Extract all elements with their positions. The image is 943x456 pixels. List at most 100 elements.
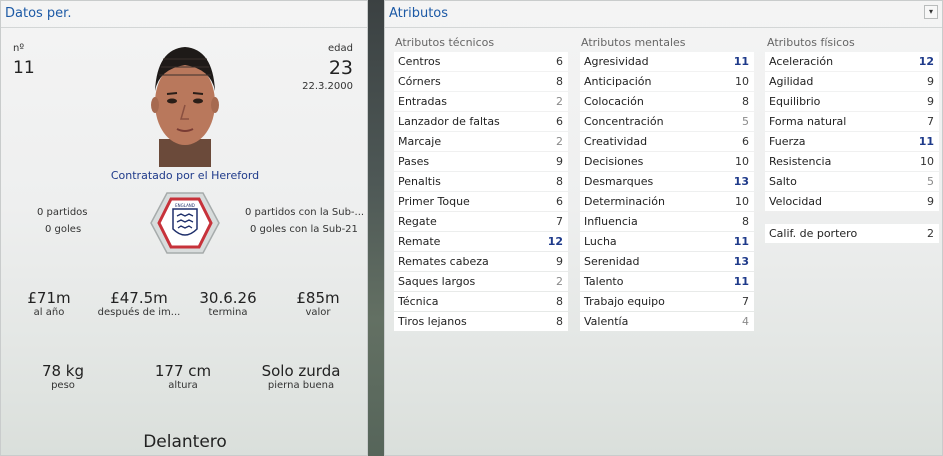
attribute-row[interactable]: Lucha 11 xyxy=(580,232,754,251)
personal-details-panel: Datos per. nº 11 edad 23 22.3.2000 Contr… xyxy=(0,0,368,456)
player-portrait xyxy=(151,47,219,167)
attribute-name: Colocación xyxy=(584,95,644,108)
attribute-name: Córners xyxy=(398,75,441,88)
attribute-value: 9 xyxy=(556,255,563,268)
attribute-row[interactable]: Talento 11 xyxy=(580,272,754,291)
attribute-value: 12 xyxy=(547,235,563,248)
attribute-name: Pases xyxy=(398,155,430,168)
attribute-row[interactable]: Marcaje 2 xyxy=(394,132,568,151)
attribute-row[interactable]: Velocidad 9 xyxy=(765,192,939,211)
attribute-row[interactable]: Lanzador de faltas 6 xyxy=(394,112,568,131)
attribute-value: 8 xyxy=(556,75,563,88)
attribute-name: Equilibrio xyxy=(769,95,821,108)
attribute-row[interactable]: Agilidad 9 xyxy=(765,72,939,91)
attribute-row[interactable]: Creatividad 6 xyxy=(580,132,754,151)
attribute-name: Decisiones xyxy=(584,155,644,168)
attribute-row[interactable]: Colocación 8 xyxy=(580,92,754,111)
attribute-row[interactable]: Agresividad 11 xyxy=(580,52,754,71)
attribute-name: Tiros lejanos xyxy=(398,315,467,328)
attribute-row[interactable]: Entradas 2 xyxy=(394,92,568,111)
attribute-value: 9 xyxy=(927,195,934,208)
contract-link[interactable]: Contratado por el Hereford xyxy=(1,169,369,182)
attribute-row[interactable]: Equilibrio 9 xyxy=(765,92,939,111)
stat-block: £85m valor xyxy=(258,289,378,318)
attribute-name: Entradas xyxy=(398,95,447,108)
stat-block: Solo zurda pierna buena xyxy=(241,362,361,391)
attribute-row[interactable]: Técnica 8 xyxy=(394,292,568,311)
attribute-row[interactable]: Primer Toque 6 xyxy=(394,192,568,211)
attribute-row[interactable]: Influencia 8 xyxy=(580,212,754,231)
attribute-value: 6 xyxy=(742,135,749,148)
attribute-value: 9 xyxy=(927,75,934,88)
attribute-name: Marcaje xyxy=(398,135,442,148)
attribute-value: 7 xyxy=(742,295,749,308)
stat-block: 177 cm altura xyxy=(123,362,243,391)
attribute-row[interactable]: Decisiones 10 xyxy=(580,152,754,171)
attribute-row[interactable]: Penaltis 8 xyxy=(394,172,568,191)
attribute-name: Desmarques xyxy=(584,175,654,188)
attribute-name: Agresividad xyxy=(584,55,649,68)
attribute-row[interactable]: Trabajo equipo 7 xyxy=(580,292,754,311)
attribute-row[interactable]: Centros 6 xyxy=(394,52,568,71)
attribute-name: Agilidad xyxy=(769,75,814,88)
attribute-value: 5 xyxy=(742,115,749,128)
attribute-value: 11 xyxy=(733,55,749,68)
attribute-name: Salto xyxy=(769,175,797,188)
birth-date: 22.3.2000 xyxy=(302,81,353,92)
attribute-value: 4 xyxy=(742,315,749,328)
stat-label: peso xyxy=(51,380,75,391)
attribute-row[interactable]: Remate 12 xyxy=(394,232,568,251)
divider xyxy=(385,27,942,28)
attribute-name: Valentía xyxy=(584,315,629,328)
stat-value: 78 kg xyxy=(41,362,85,380)
age-label: edad xyxy=(328,43,353,54)
attribute-name: Regate xyxy=(398,215,437,228)
attributes-panel: Atributos ▾ Atributos técnicos Atributos… xyxy=(384,0,943,456)
attribute-value: 10 xyxy=(735,75,749,88)
stat-value: 177 cm xyxy=(154,362,212,380)
attribute-value: 9 xyxy=(927,95,934,108)
attribute-name: Lanzador de faltas xyxy=(398,115,500,128)
attribute-row[interactable]: Tiros lejanos 8 xyxy=(394,312,568,331)
attribute-value: 6 xyxy=(556,195,563,208)
physical-header: Atributos físicos xyxy=(767,36,855,49)
attribute-row[interactable]: Fuerza 11 xyxy=(765,132,939,151)
chevron-down-icon[interactable]: ▾ xyxy=(924,5,938,19)
attribute-name: Remate xyxy=(398,235,441,248)
attribute-row[interactable]: Desmarques 13 xyxy=(580,172,754,191)
attribute-row[interactable]: Serenidad 13 xyxy=(580,252,754,271)
attribute-row[interactable]: Regate 7 xyxy=(394,212,568,231)
attribute-row[interactable]: Calif. de portero 2 xyxy=(765,224,939,243)
attribute-name: Centros xyxy=(398,55,441,68)
attribute-row[interactable]: Anticipación 10 xyxy=(580,72,754,91)
england-badge-icon: ENGLAND xyxy=(150,192,220,254)
attribute-name: Aceleración xyxy=(769,55,834,68)
attribute-value: 11 xyxy=(733,235,749,248)
attribute-name: Anticipación xyxy=(584,75,652,88)
attribute-row[interactable]: Aceleración 12 xyxy=(765,52,939,71)
panel-title: Atributos xyxy=(389,6,449,21)
attribute-row[interactable]: Concentración 5 xyxy=(580,112,754,131)
attribute-name: Penaltis xyxy=(398,175,441,188)
physical-stats: 78 kg peso 177 cm altura Solo zurda pierna bu… xyxy=(1,362,369,396)
attribute-row[interactable]: Resistencia 10 xyxy=(765,152,939,171)
stat-label: pierna buena xyxy=(267,380,335,391)
attribute-row[interactable]: Valentía 4 xyxy=(580,312,754,331)
attribute-row[interactable]: Córners 8 xyxy=(394,72,568,91)
attribute-row[interactable]: Saques largos 2 xyxy=(394,272,568,291)
attribute-row[interactable]: Forma natural 7 xyxy=(765,112,939,131)
u21-goals-count: 0 goles con la Sub-21 xyxy=(250,224,358,235)
attribute-row[interactable]: Salto 5 xyxy=(765,172,939,191)
caps-count: 0 partidos xyxy=(37,207,88,218)
attribute-value: 8 xyxy=(742,215,749,228)
attribute-name: Resistencia xyxy=(769,155,832,168)
attribute-row[interactable]: Determinación 10 xyxy=(580,192,754,211)
number-label: nº xyxy=(13,43,25,54)
attribute-row[interactable]: Pases 9 xyxy=(394,152,568,171)
technical-header: Atributos técnicos xyxy=(395,36,495,49)
attribute-name: Talento xyxy=(584,275,624,288)
mental-header: Atributos mentales xyxy=(581,36,686,49)
attribute-value: 2 xyxy=(556,95,563,108)
attribute-row[interactable]: Remates cabeza 9 xyxy=(394,252,568,271)
attribute-value: 8 xyxy=(556,295,563,308)
